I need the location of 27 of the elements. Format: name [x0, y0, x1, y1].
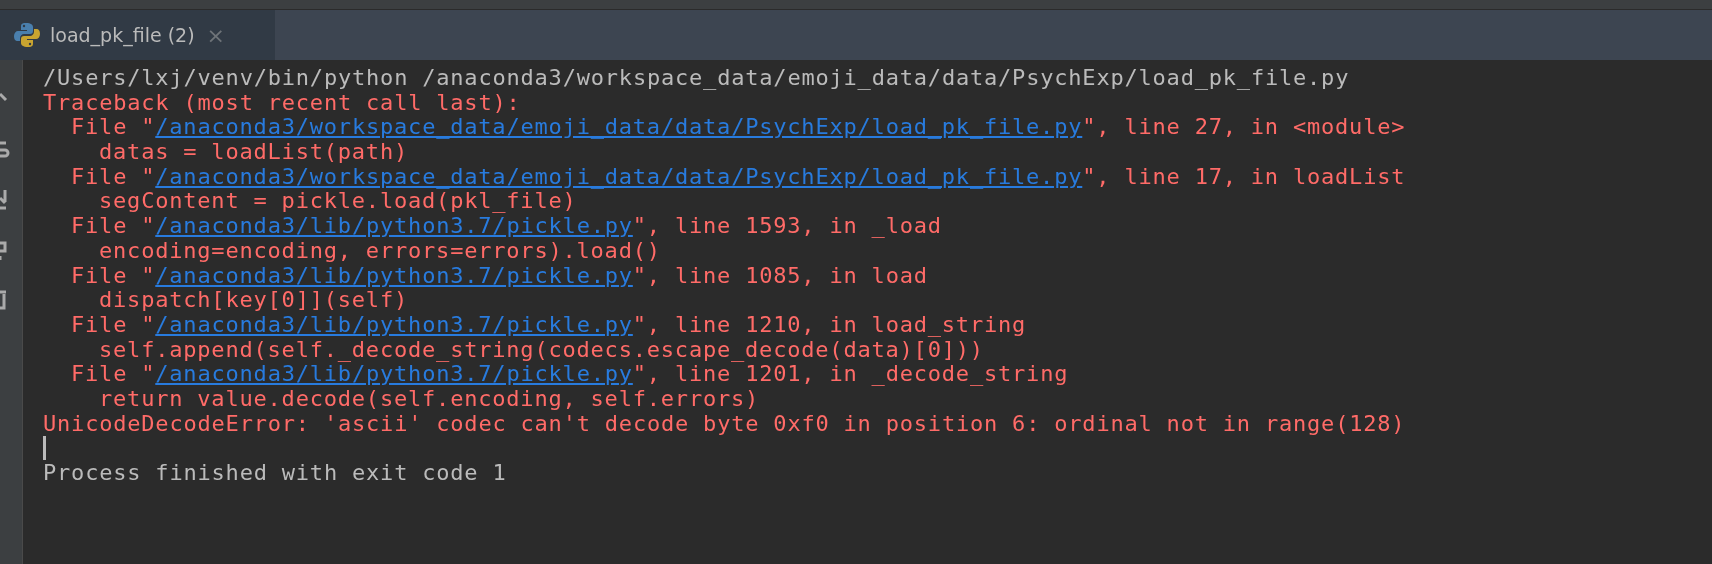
code-line: encoding=encoding, errors=errors).load() — [99, 237, 661, 263]
traceback-line: File "/anaconda3/lib/python3.7/pickle.py", line 1210, in load_string — [71, 311, 1027, 337]
tab-title: load_pk_file (2) — [50, 24, 195, 46]
file-link[interactable]: /anaconda3/lib/python3.7/pickle.py — [155, 361, 633, 387]
error-line: UnicodeDecodeError: 'ascii' codec can't decode byte 0xf0 in position 6: ordinal not in range(128) — [43, 410, 1406, 436]
process-line: Process finished with exit code 1 — [43, 460, 507, 485]
code-line: self.append(self._decode_string(codecs.escape_decode(data)[0])) — [99, 336, 984, 362]
code-line: return value.decode(self.encoding, self.errors) — [99, 385, 760, 411]
file-link[interactable]: /anaconda3/lib/python3.7/pickle.py — [155, 311, 633, 337]
traceback-line: File "/anaconda3/lib/python3.7/pickle.py", line 1085, in load — [71, 262, 928, 288]
traceback-line: File "/anaconda3/lib/python3.7/pickle.py", line 1593, in _load — [71, 213, 942, 239]
traceback-line: File "/anaconda3/workspace_data/emoji_data/data/PsychExp/load_pk_file.py", line 27, in <module> — [71, 114, 1406, 140]
close-button[interactable]: × — [204, 22, 227, 48]
traceback-line: File "/anaconda3/workspace_data/emoji_data/data/PsychExp/load_pk_file.py", line 17, in loadList — [71, 163, 1406, 189]
error-line: Traceback (most recent call last): — [43, 89, 521, 115]
file-link[interactable]: /anaconda3/workspace_data/emoji_data/data/PsychExp/load_pk_file.py — [155, 114, 1083, 140]
traceback-line: File "/anaconda3/lib/python3.7/pickle.py", line 1201, in _decode_string — [71, 361, 1069, 387]
code-line: datas = loadList(path) — [99, 139, 408, 165]
file-link[interactable]: /anaconda3/lib/python3.7/pickle.py — [155, 213, 633, 239]
file-link[interactable]: /anaconda3/lib/python3.7/pickle.py — [155, 262, 633, 288]
command-line: /Users/lxj/venv/bin/python /anaconda3/workspace_data/emoji_data/data/PsychExp/load_pk_file.py — [43, 65, 1350, 90]
file-link[interactable]: /anaconda3/workspace_data/emoji_data/data/PsychExp/load_pk_file.py — [155, 163, 1083, 189]
text-cursor — [43, 436, 46, 461]
code-line: segContent = pickle.load(pkl_file) — [99, 188, 577, 214]
python-icon — [14, 22, 40, 48]
code-line: dispatch[key[0]](self) — [99, 287, 408, 313]
console-tab[interactable]: load_pk_file (2) × — [0, 10, 275, 60]
